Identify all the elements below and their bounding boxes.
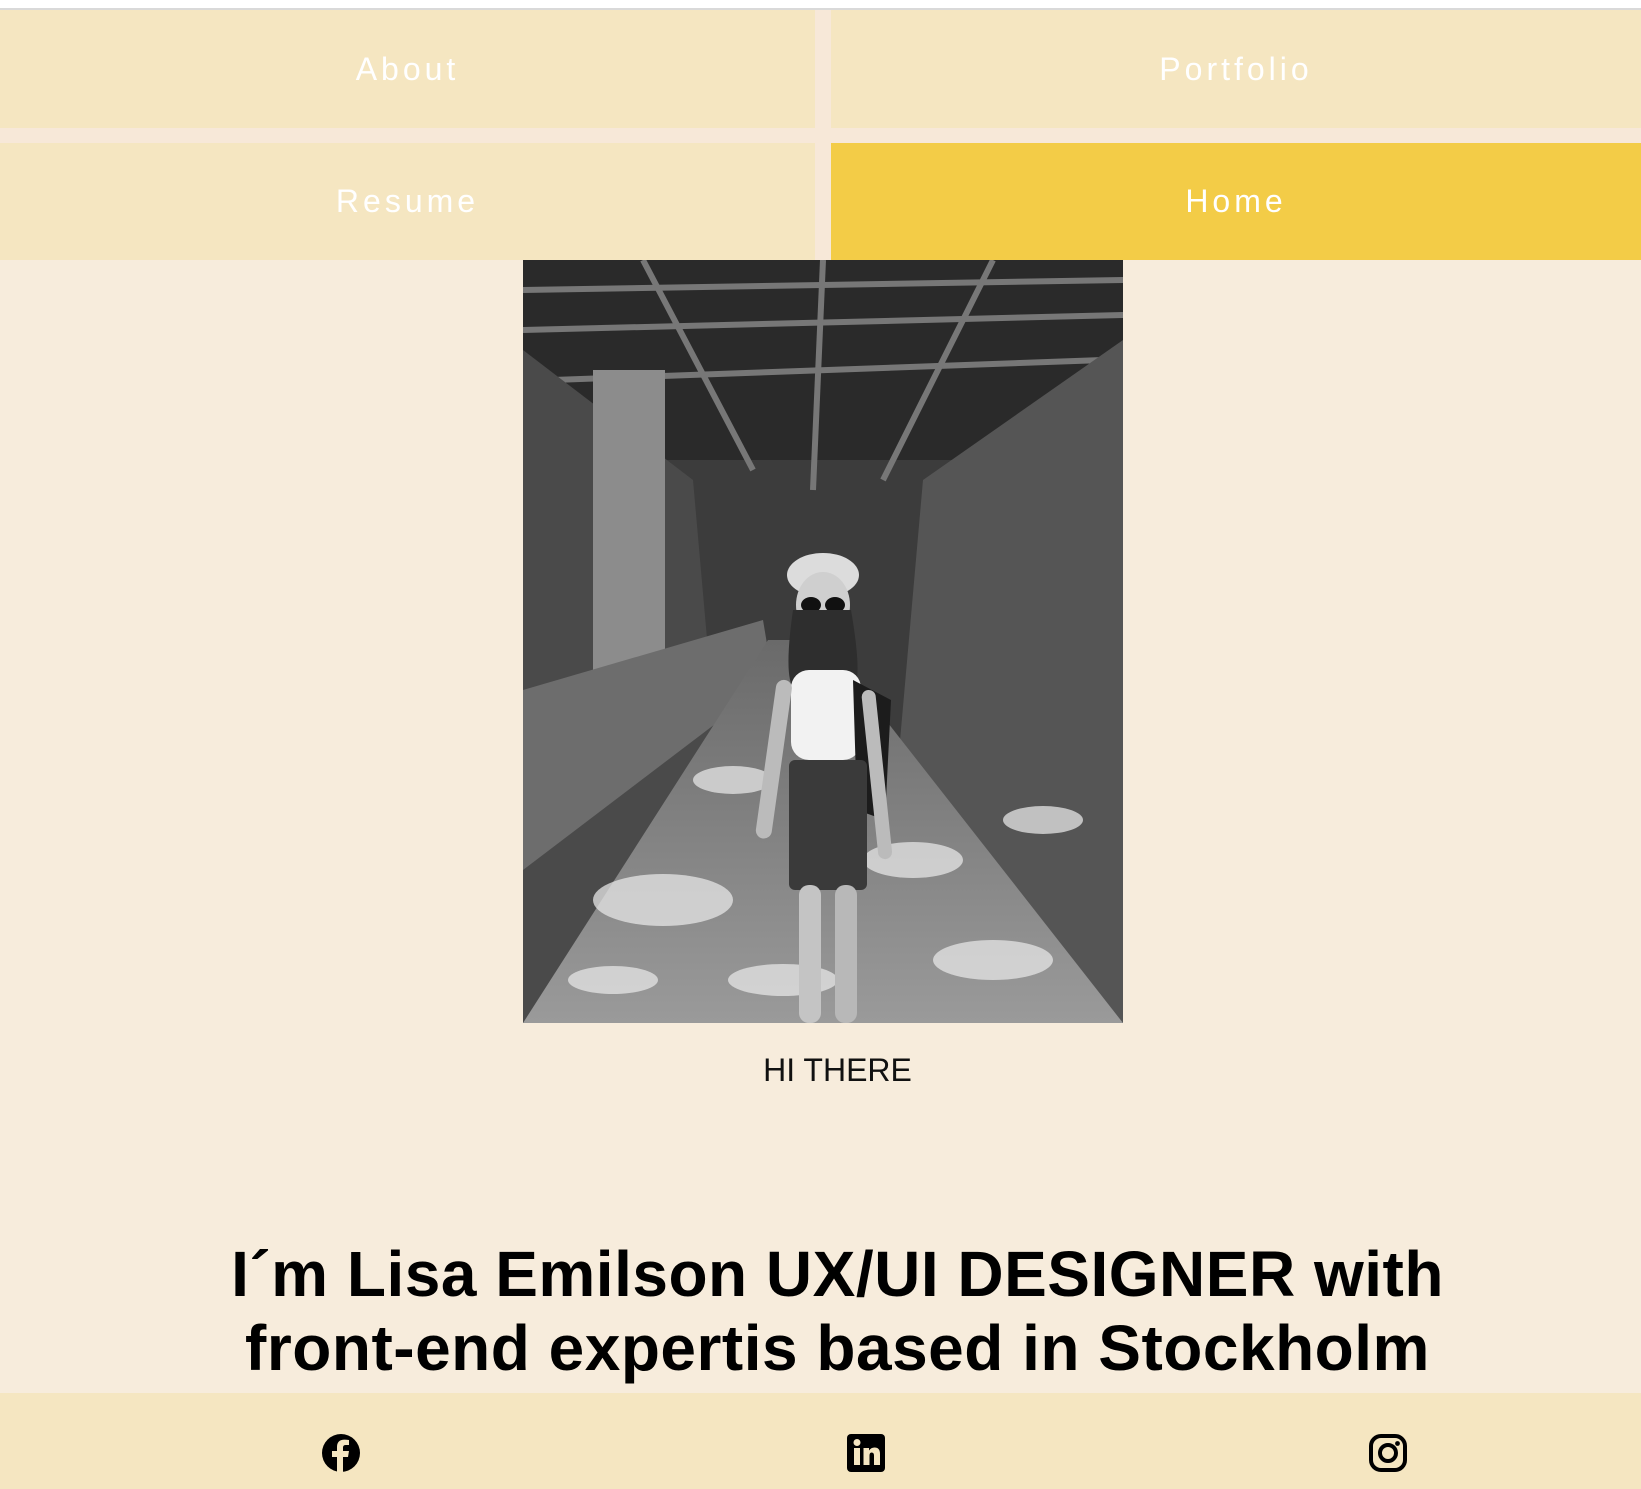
page-headline: I´m Lisa Emilson UX/UI DESIGNER with fro… <box>0 1237 1641 1385</box>
greeting-text: HI THERE <box>763 1052 912 1088</box>
nav-item-portfolio[interactable]: Portfolio <box>831 10 1641 128</box>
nav-item-resume[interactable]: Resume <box>0 143 815 260</box>
nav-item-home[interactable]: Home <box>831 143 1641 260</box>
instagram-icon[interactable] <box>1368 1433 1408 1473</box>
linkedin-icon[interactable] <box>846 1433 886 1473</box>
social-footer <box>0 1393 1641 1489</box>
headline-line-2: front-end expertis based in Stockholm <box>245 1312 1430 1384</box>
nav-item-about[interactable]: About <box>0 10 815 128</box>
facebook-icon[interactable] <box>321 1433 361 1473</box>
headline-line-1: I´m Lisa Emilson UX/UI DESIGNER with <box>231 1238 1444 1310</box>
browser-top-edge <box>0 0 1641 10</box>
profile-photo <box>523 260 1123 1023</box>
main-navigation: About Portfolio Resume Home <box>0 10 1641 260</box>
